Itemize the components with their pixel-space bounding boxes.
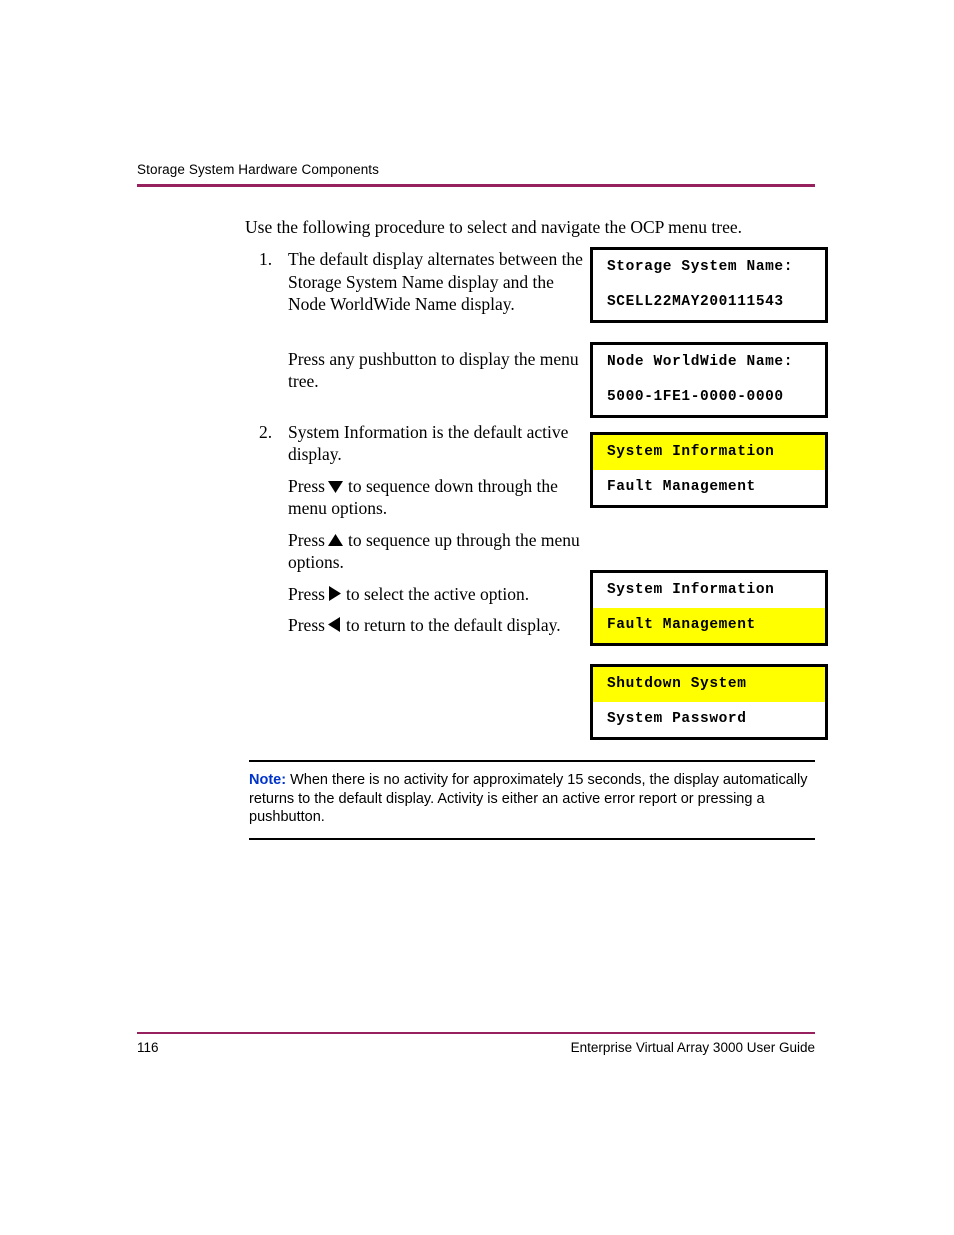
lcd-row-highlighted: Shutdown System bbox=[593, 667, 825, 702]
press-instruction-up: Press to sequence up through the menu opt… bbox=[288, 529, 590, 574]
header-divider-rule bbox=[137, 184, 815, 187]
press-suffix: to return to the default display. bbox=[345, 615, 561, 635]
lcd-row: System Information bbox=[593, 573, 825, 608]
running-header: Storage System Hardware Components bbox=[137, 162, 815, 187]
step-number: 1. bbox=[259, 249, 273, 269]
triangle-up-icon bbox=[327, 533, 343, 547]
press-instruction-down: Press to sequence down through the menu o… bbox=[288, 475, 590, 520]
step-paragraph: The default display alternates between t… bbox=[288, 249, 583, 314]
lcd-row-highlighted: Fault Management bbox=[593, 608, 825, 643]
note-body: Note: When there is no activity for appro… bbox=[249, 762, 815, 838]
lcd-row: Fault Management bbox=[593, 470, 825, 505]
triangle-right-icon bbox=[328, 585, 341, 601]
note-text: When there is no activity for approximat… bbox=[249, 772, 808, 825]
press-prefix: Press bbox=[288, 583, 325, 604]
press-instruction-right: Press to select the active option. bbox=[288, 583, 590, 606]
lcd-row-highlighted: System Information bbox=[593, 435, 825, 470]
step-body: The default display alternates between t… bbox=[288, 248, 590, 393]
press-prefix: Press bbox=[288, 475, 325, 496]
note-callout: Note: When there is no activity for appro… bbox=[249, 760, 815, 840]
procedure-step-2: 2. System Information is the default act… bbox=[245, 421, 590, 637]
page-number: 116 bbox=[137, 1040, 159, 1055]
lcd-display-menu-fault-management-active: System Information Fault Management bbox=[590, 570, 828, 646]
press-prefix: Press bbox=[288, 529, 325, 550]
step-number: 2. bbox=[259, 421, 273, 442]
lcd-display-menu-system-information-active: System Information Fault Management bbox=[590, 432, 828, 508]
lcd-row: System Password bbox=[593, 702, 825, 737]
footer-divider-rule bbox=[137, 1032, 815, 1034]
step-body: System Information is the default active… bbox=[288, 421, 590, 637]
step-paragraph: System Information is the default active… bbox=[288, 421, 569, 465]
document-page: Storage System Hardware Components Use t… bbox=[0, 0, 954, 1235]
page-footer: 116 Enterprise Virtual Array 3000 User G… bbox=[137, 1032, 815, 1055]
step-paragraph: Press any pushbutton to display the menu… bbox=[288, 348, 579, 392]
procedure-step-list: 1. The default display alternates betwee… bbox=[245, 248, 590, 637]
lcd-display-storage-system-name: Storage System Name: SCELL22MAY200111543 bbox=[590, 247, 828, 323]
procedure-step-1: 1. The default display alternates betwee… bbox=[245, 248, 590, 393]
lcd-display-node-worldwide-name: Node WorldWide Name: 5000-1FE1-0000-0000 bbox=[590, 342, 828, 418]
intro-paragraph: Use the following procedure to select an… bbox=[245, 217, 742, 237]
triangle-left-icon bbox=[327, 617, 341, 632]
triangle-down-icon bbox=[327, 480, 343, 493]
press-instruction-left: Press to return to the default display. bbox=[288, 614, 590, 637]
lcd-row: 5000-1FE1-0000-0000 bbox=[593, 380, 825, 415]
note-bottom-rule bbox=[249, 837, 815, 840]
note-label: Note: bbox=[249, 772, 287, 788]
press-prefix: Press bbox=[288, 615, 325, 635]
footer-row: 116 Enterprise Virtual Array 3000 User G… bbox=[137, 1040, 815, 1055]
press-suffix: to select the active option. bbox=[345, 583, 530, 604]
header-title: Storage System Hardware Components bbox=[137, 162, 380, 177]
guide-title: Enterprise Virtual Array 3000 User Guide bbox=[570, 1040, 815, 1055]
lcd-row: Storage System Name: bbox=[593, 250, 825, 285]
lcd-display-menu-shutdown-system-active: Shutdown System System Password bbox=[590, 664, 828, 740]
lcd-row: Node WorldWide Name: bbox=[593, 345, 825, 380]
lcd-row: SCELL22MAY200111543 bbox=[593, 285, 825, 320]
